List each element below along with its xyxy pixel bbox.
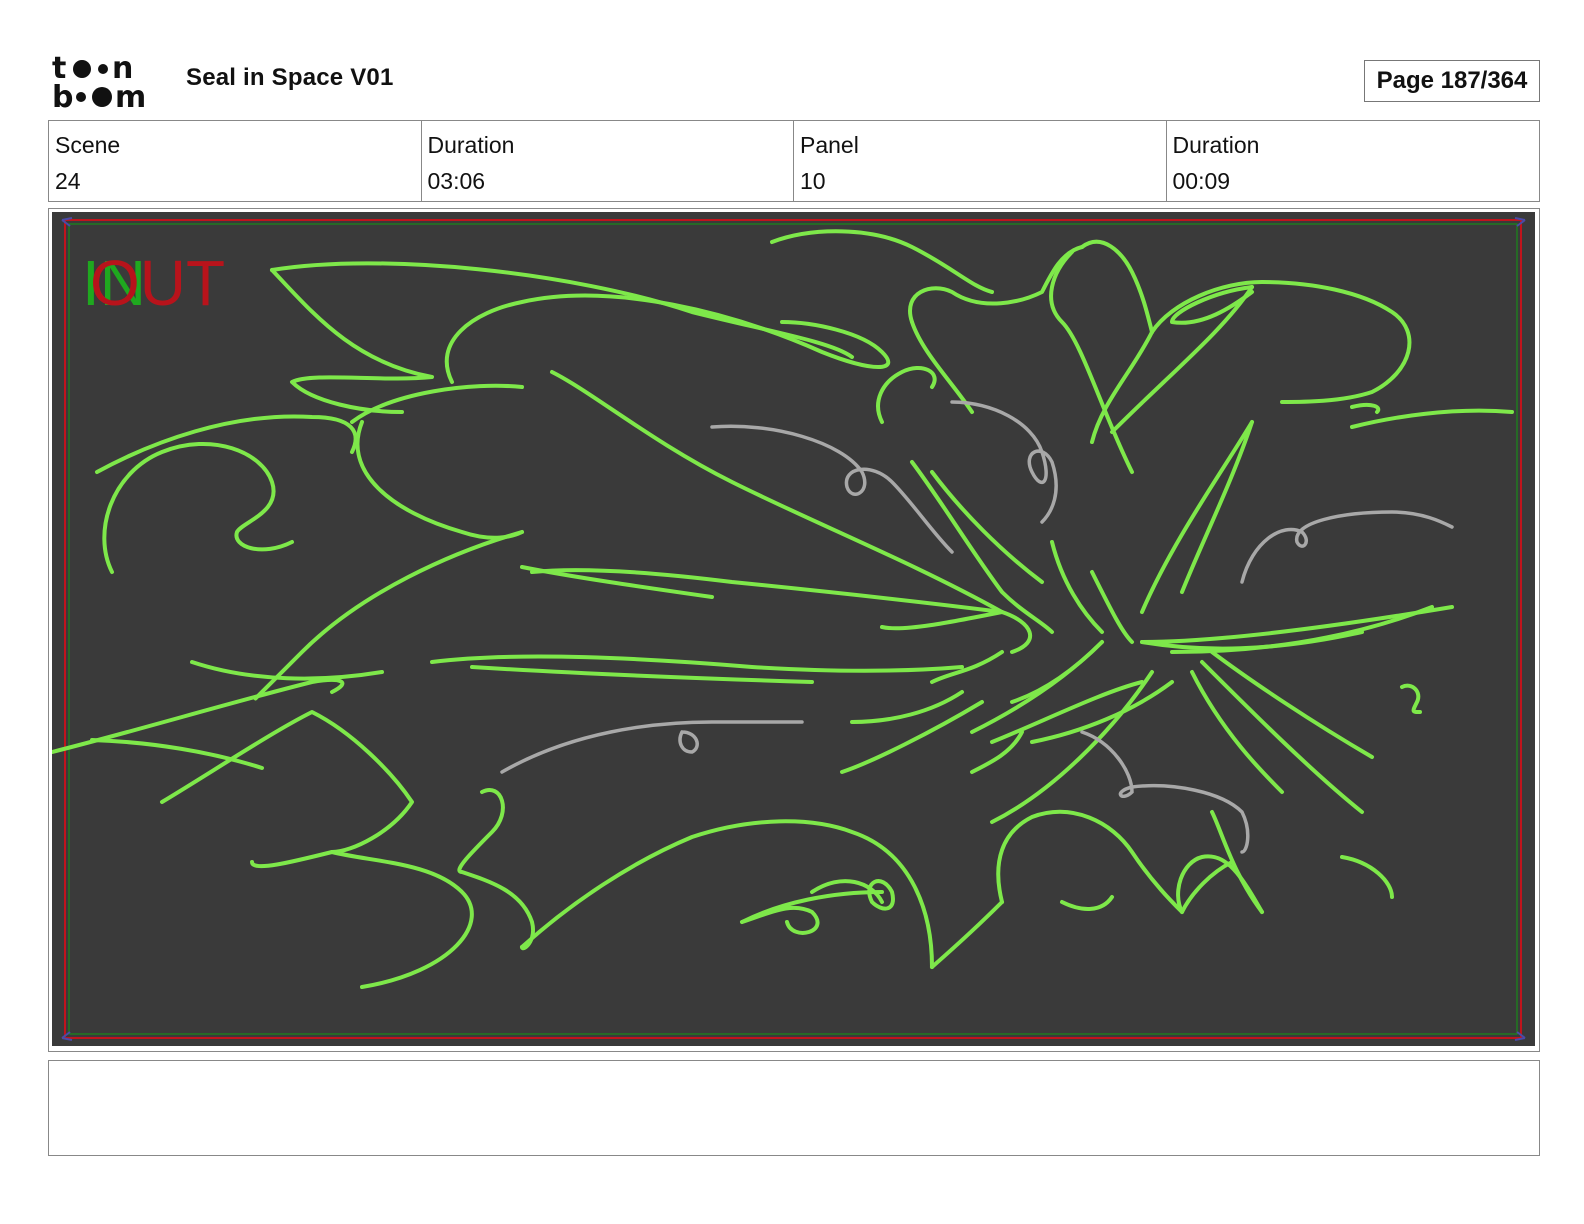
scene-duration-cell: Duration 03:06 [422, 121, 794, 201]
panel-canvas: IN OUT [52, 212, 1535, 1046]
panel-duration-cell: Duration 00:09 [1167, 121, 1540, 201]
page-indicator: Page 187/364 [1364, 60, 1540, 102]
svg-text:m: m [115, 80, 146, 110]
scene-duration-value: 03:06 [427, 168, 486, 194]
scene-value: 24 [55, 168, 81, 194]
transition-marker: IN OUT [82, 247, 225, 319]
scene-info-table: Scene 24 Duration 03:06 Panel 10 Duratio… [48, 120, 1540, 202]
panel-duration-label: Duration [1172, 132, 1260, 158]
panel-duration-value: 00:09 [1172, 168, 1231, 194]
svg-text:b: b [52, 80, 73, 110]
scene-label: Scene [55, 132, 121, 158]
transition-out-label: OUT [90, 247, 225, 319]
project-title: Seal in Space V01 [186, 64, 394, 91]
storyboard-panel: IN OUT [48, 208, 1540, 1052]
scene-cell: Scene 24 [49, 121, 422, 201]
toon-boom-logo: t n b m [52, 52, 146, 110]
panel-value: 10 [800, 168, 826, 194]
panel-label: Panel [800, 132, 859, 158]
scene-duration-label: Duration [427, 132, 515, 158]
panel-notes [48, 1060, 1540, 1156]
panel-cell: Panel 10 [794, 121, 1167, 201]
